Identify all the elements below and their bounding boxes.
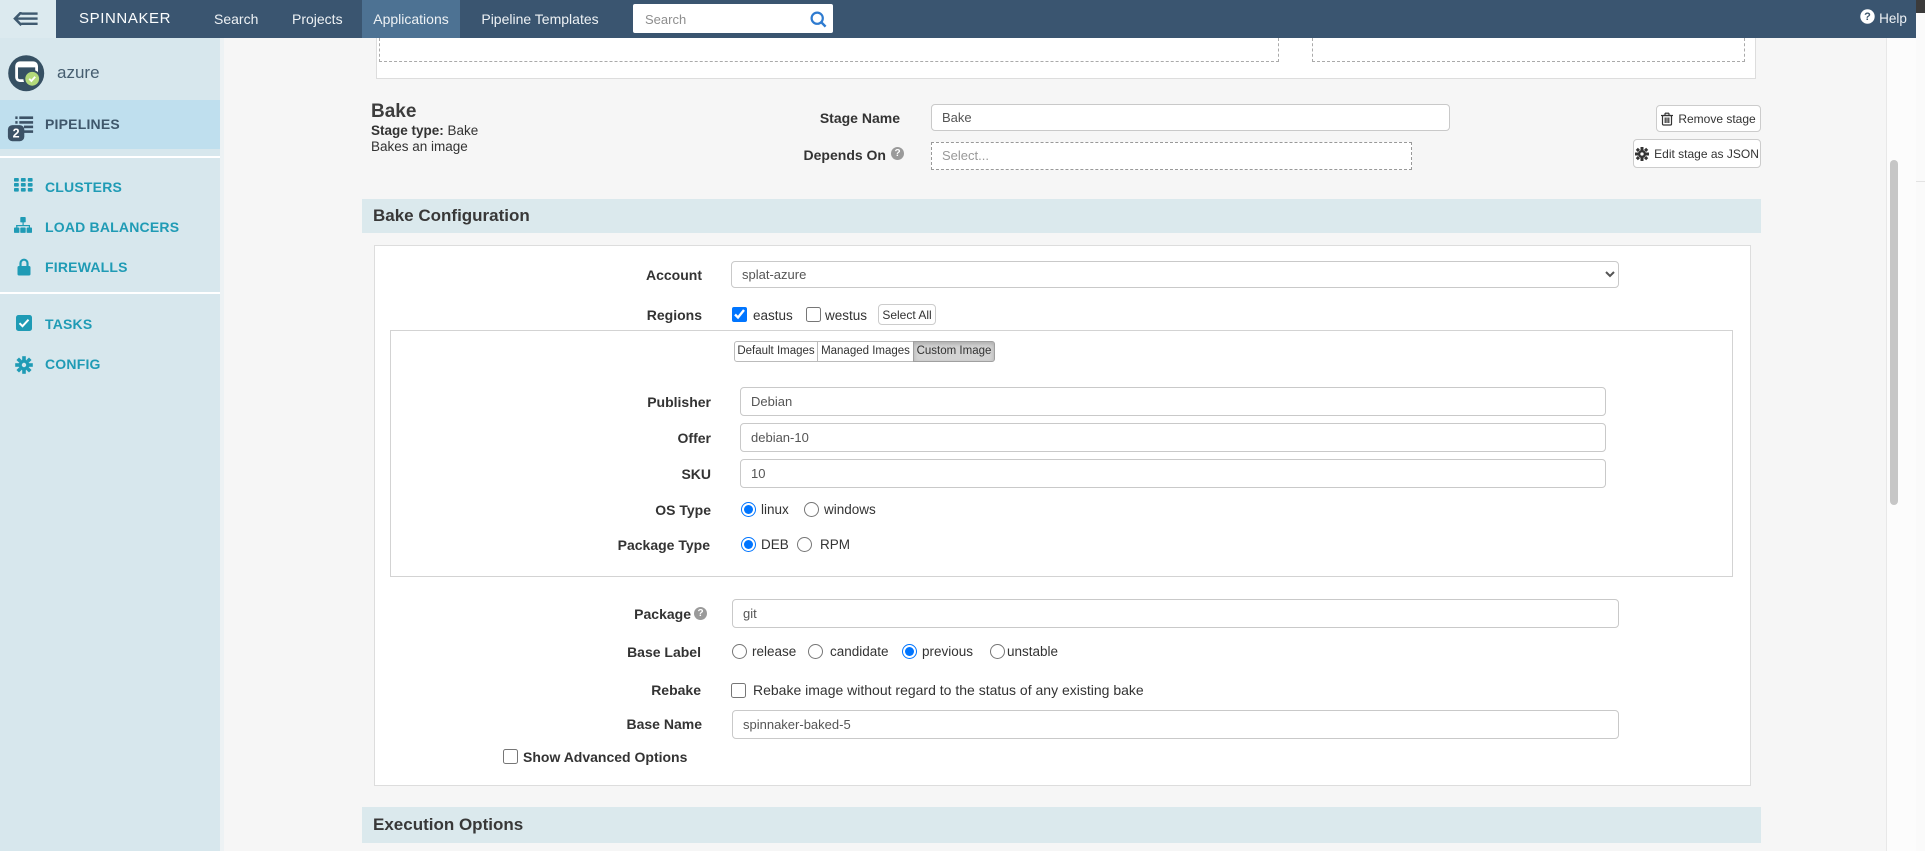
svg-text:2: 2 xyxy=(13,127,20,141)
svg-text:?: ? xyxy=(1864,11,1871,23)
